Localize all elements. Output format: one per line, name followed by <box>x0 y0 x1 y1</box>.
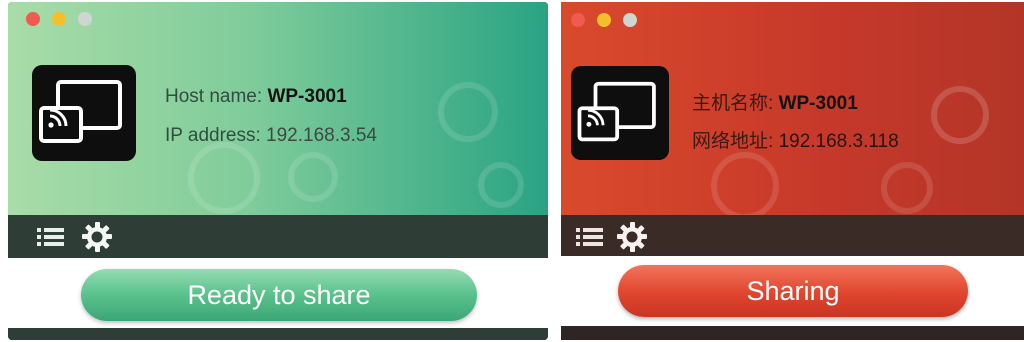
toolbar <box>561 215 1024 256</box>
close-window-button[interactable] <box>571 13 585 27</box>
bottom-strip <box>561 326 1024 340</box>
bottom-strip <box>8 328 548 340</box>
ip-address-row: IP address: 192.168.3.54 <box>165 125 377 147</box>
ip-address-row: 网络地址: 192.168.3.118 <box>692 126 899 153</box>
host-name-label: 主机名称: <box>692 93 774 114</box>
close-window-button[interactable] <box>26 12 40 26</box>
host-name-value: WP-3001 <box>267 86 347 107</box>
list-icon[interactable] <box>34 220 68 254</box>
app-window-english: Host name: WP-3001 IP address: 192.168.3… <box>8 2 548 340</box>
ip-address-label: IP address: <box>165 125 261 146</box>
ip-address-value: 192.168.3.54 <box>266 125 377 146</box>
maximize-window-button[interactable] <box>623 13 637 27</box>
list-icon[interactable] <box>573 220 607 254</box>
host-name-value: WP-3001 <box>778 93 858 114</box>
ip-address-value: 192.168.3.118 <box>778 131 899 152</box>
background-decoration <box>188 142 260 214</box>
toolbar <box>8 215 548 258</box>
cast-screen-icon <box>32 65 136 161</box>
background-decoration <box>711 152 779 215</box>
ready-to-share-button[interactable]: Ready to share <box>81 269 477 321</box>
background-decoration <box>478 162 524 208</box>
host-name-label: Host name: <box>165 86 263 107</box>
background-decoration <box>288 152 338 202</box>
background-decoration <box>931 86 989 144</box>
background-decoration <box>438 82 498 142</box>
window-controls <box>26 12 92 26</box>
window-controls <box>571 13 637 27</box>
maximize-window-button[interactable] <box>78 12 92 26</box>
gear-icon[interactable] <box>80 220 114 254</box>
footer: Ready to share <box>8 258 548 330</box>
background-decoration <box>881 162 933 214</box>
ip-address-label: 网络地址: <box>692 131 774 152</box>
gear-icon[interactable] <box>615 220 649 254</box>
minimize-window-button[interactable] <box>52 12 66 26</box>
window-header: 主机名称: WP-3001 网络地址: 192.168.3.118 <box>561 2 1024 215</box>
window-header: Host name: WP-3001 IP address: 192.168.3… <box>8 2 548 215</box>
sharing-button[interactable]: Sharing <box>618 265 968 317</box>
host-name-row: Host name: WP-3001 <box>165 86 347 108</box>
footer: Sharing <box>561 256 1024 326</box>
host-name-row: 主机名称: WP-3001 <box>692 88 858 115</box>
minimize-window-button[interactable] <box>597 13 611 27</box>
cast-screen-icon <box>571 66 669 160</box>
app-window-chinese: 主机名称: WP-3001 网络地址: 192.168.3.118 Sharin… <box>561 2 1024 340</box>
